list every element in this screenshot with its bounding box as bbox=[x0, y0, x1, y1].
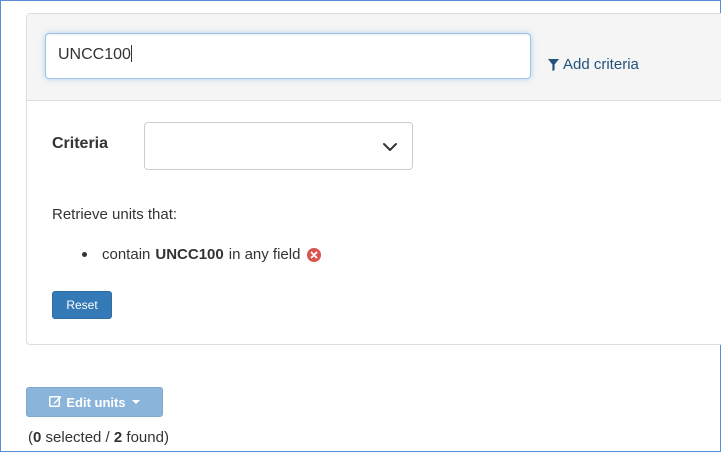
remove-circle-icon[interactable] bbox=[307, 247, 322, 262]
funnel-icon bbox=[548, 58, 559, 71]
reset-button[interactable]: Reset bbox=[52, 291, 112, 319]
search-input[interactable] bbox=[45, 33, 531, 79]
retrieve-intro: Retrieve units that: bbox=[52, 206, 178, 223]
selected-count: 0 bbox=[33, 429, 42, 446]
chevron-down-icon bbox=[382, 140, 398, 158]
active-criterion: contain UNCC100 in any field bbox=[82, 246, 322, 263]
found-count: 2 bbox=[113, 429, 123, 446]
edit-units-button[interactable]: Edit units bbox=[26, 387, 163, 417]
active-criteria-list: contain UNCC100 in any field bbox=[82, 246, 322, 263]
criteria-label: Criteria bbox=[52, 135, 109, 152]
selection-summary: (0 selected / 2 found) bbox=[28, 429, 169, 446]
selected-text: selected / bbox=[45, 429, 110, 446]
add-criteria-label: Add criteria bbox=[563, 56, 639, 73]
criterion-term: UNCC100 bbox=[155, 246, 224, 263]
edit-units-label: Edit units bbox=[66, 394, 126, 410]
add-criteria-button[interactable]: Add criteria bbox=[548, 56, 639, 73]
criterion-prefix: contain bbox=[102, 246, 151, 263]
edit-icon bbox=[49, 395, 62, 410]
bullet bbox=[82, 252, 87, 257]
found-text: found) bbox=[126, 429, 169, 446]
search-panel: UNCC100 Add criteria Criteria Retrieve u… bbox=[26, 13, 721, 345]
criterion-suffix: in any field bbox=[228, 246, 301, 263]
criteria-select[interactable] bbox=[144, 122, 413, 170]
caret-down-icon bbox=[131, 400, 140, 404]
